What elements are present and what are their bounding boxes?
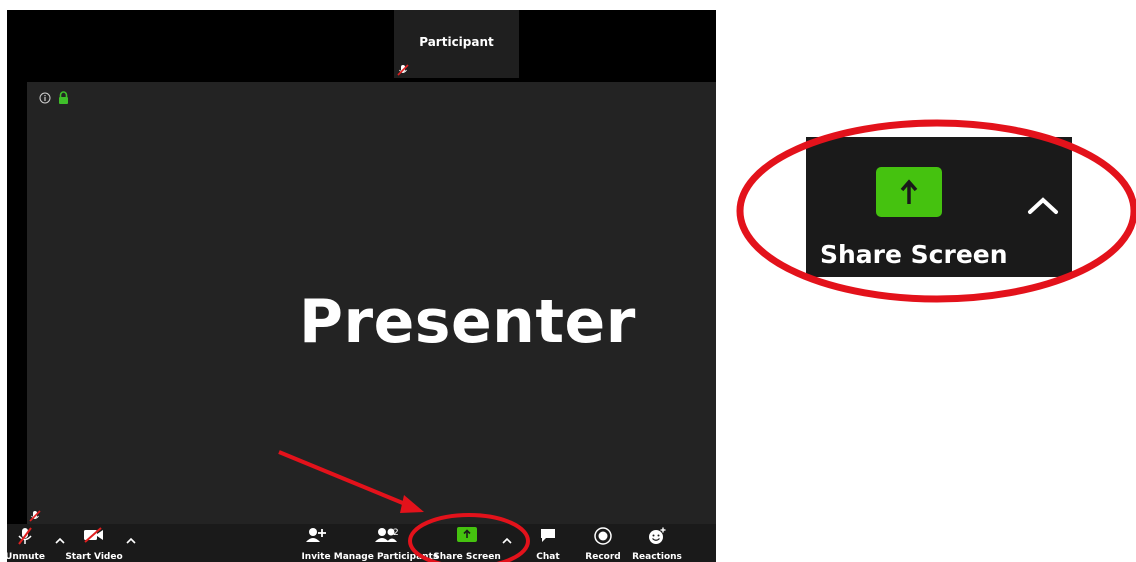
presenter-video-stage: Presenter	[27, 82, 716, 524]
smiley-plus-icon	[649, 527, 666, 544]
chevron-up-icon[interactable]	[54, 536, 66, 546]
participant-name: Participant	[419, 35, 494, 49]
video-off-icon	[84, 527, 103, 543]
meeting-toolbar: Unmute Start Video Invite Manage Partici…	[7, 524, 716, 562]
share-screen-icon	[457, 527, 477, 542]
chat-bubble-icon	[541, 529, 555, 542]
share-screen-inset-label: Share Screen	[820, 240, 1008, 269]
record-button[interactable]: Record	[585, 524, 621, 562]
lock-icon[interactable]	[58, 91, 69, 104]
presenter-name-text: Presenter	[299, 287, 636, 357]
chat-button[interactable]: Chat	[533, 524, 563, 562]
reactions-label: Reactions	[632, 552, 682, 562]
chevron-up-icon[interactable]	[125, 536, 137, 546]
microphone-muted-icon	[18, 527, 32, 545]
reactions-button[interactable]: Reactions	[632, 524, 682, 562]
share-screen-zoom-inset: Share Screen	[806, 137, 1072, 277]
info-icon[interactable]	[39, 92, 51, 104]
mic-muted-icon	[397, 64, 409, 76]
participant-tile[interactable]: Participant	[394, 10, 519, 78]
unmute-button[interactable]: Unmute	[7, 524, 45, 562]
share-screen-button[interactable]: Share Screen	[433, 524, 501, 562]
chevron-up-icon[interactable]	[1026, 195, 1060, 217]
record-icon	[594, 527, 612, 545]
manage-participants-button[interactable]: Manage Participants	[334, 524, 438, 562]
add-person-icon	[306, 528, 326, 542]
start-video-label: Start Video	[65, 552, 123, 562]
mic-muted-icon	[29, 510, 41, 522]
share-screen-icon[interactable]	[876, 167, 942, 217]
chevron-up-icon[interactable]	[501, 536, 513, 546]
share-screen-label: Share Screen	[433, 552, 501, 562]
zoom-meeting-window: Participant Presenter Unmute Start Video…	[7, 10, 716, 562]
participant-count-badge: 2	[393, 528, 399, 538]
start-video-button[interactable]: Start Video	[65, 524, 123, 562]
